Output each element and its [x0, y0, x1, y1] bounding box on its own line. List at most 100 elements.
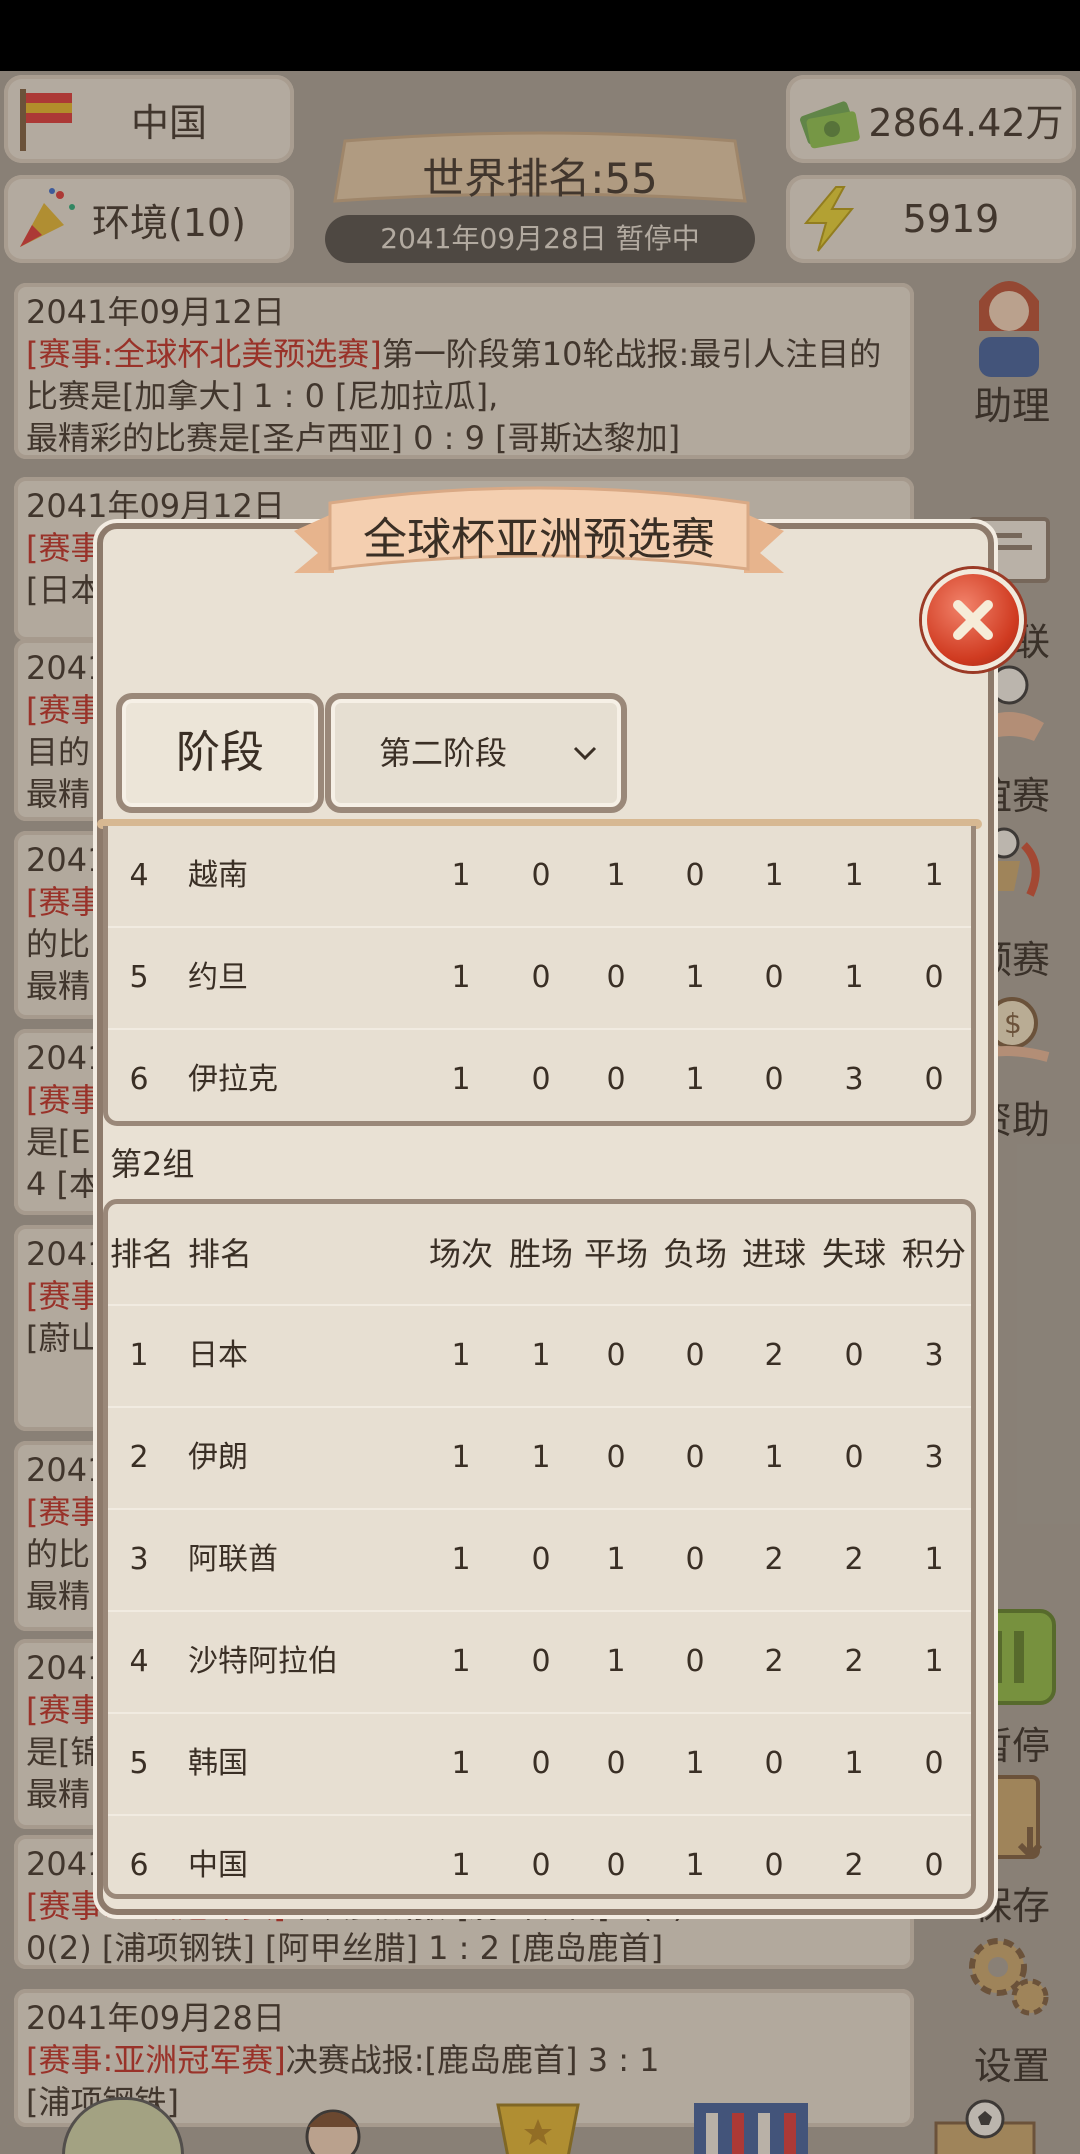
- losses-cell: 1: [685, 1062, 705, 1097]
- goals-against-cell: 2: [844, 1542, 864, 1577]
- losses-cell: 0: [685, 858, 705, 893]
- table-row[interactable]: 3 阿联酋 1 0 1 0 2 2 1: [108, 1510, 971, 1612]
- rank-cell: 4: [129, 858, 149, 893]
- group2-table: 排名 排名 场次 胜场 平场 负场 进球 失球 积分 1 日本 1 1 0 0 …: [103, 1199, 976, 1899]
- goals-against-cell: 2: [844, 1848, 864, 1883]
- points-cell: 0: [924, 1848, 944, 1883]
- points-cell: 1: [924, 1542, 944, 1577]
- close-button[interactable]: [922, 569, 1024, 671]
- draws-cell: 0: [606, 1746, 626, 1781]
- table-row[interactable]: 4 沙特阿拉伯 1 0 1 0 2 2 1: [108, 1612, 971, 1714]
- team-name-cell: 约旦: [188, 960, 248, 995]
- team-name-cell: 伊朗: [188, 1440, 248, 1475]
- group-title: 第2组: [110, 1145, 195, 1183]
- goals-for-cell: 2: [764, 1644, 784, 1679]
- wins-cell: 0: [531, 960, 551, 995]
- goals-for-cell: 0: [764, 1062, 784, 1097]
- wins-cell: 1: [531, 1440, 551, 1475]
- losses-cell: 1: [685, 1746, 705, 1781]
- wins-cell: 0: [531, 1746, 551, 1781]
- header-losses: 负场: [662, 1235, 727, 1273]
- played-cell: 1: [451, 1848, 471, 1883]
- goals-for-cell: 2: [764, 1338, 784, 1373]
- wins-cell: 0: [531, 1542, 551, 1577]
- goals-against-cell: 1: [844, 1746, 864, 1781]
- close-icon: [953, 600, 993, 640]
- header-rank: 排名: [110, 1235, 175, 1273]
- team-name-cell: 中国: [188, 1848, 248, 1883]
- draws-cell: 0: [606, 1062, 626, 1097]
- team-name-cell: 伊拉克: [188, 1062, 278, 1097]
- points-cell: 3: [924, 1440, 944, 1475]
- draws-cell: 1: [606, 858, 626, 893]
- table-row[interactable]: 5 约旦 1 0 0 1 0 1 0: [108, 928, 971, 1030]
- game-screen: 中国 环境(10) 世界排名:55 2041年09月28日 暂停中 2864.4…: [0, 71, 1080, 2154]
- wins-cell: 0: [531, 858, 551, 893]
- draws-cell: 0: [606, 960, 626, 995]
- rank-cell: 6: [129, 1848, 149, 1883]
- draws-cell: 0: [606, 1848, 626, 1883]
- team-name-cell: 沙特阿拉伯: [188, 1644, 338, 1679]
- played-cell: 1: [451, 858, 471, 893]
- losses-cell: 0: [685, 1542, 705, 1577]
- header-draws: 平场: [583, 1235, 648, 1273]
- table-row[interactable]: 2 伊朗 1 1 0 0 1 0 3: [108, 1408, 971, 1510]
- played-cell: 1: [451, 960, 471, 995]
- rank-cell: 2: [129, 1440, 149, 1475]
- points-cell: 0: [924, 1746, 944, 1781]
- goals-for-cell: 2: [764, 1542, 784, 1577]
- table-row[interactable]: 4 越南 1 0 1 0 1 1 1: [108, 826, 971, 928]
- table-row[interactable]: 5 韩国 1 0 0 1 0 1 0: [108, 1714, 971, 1816]
- losses-cell: 0: [685, 1644, 705, 1679]
- table-header-row: 排名 排名 场次 胜场 平场 负场 进球 失球 积分: [108, 1204, 971, 1306]
- table-row[interactable]: 6 中国 1 0 0 1 0 2 0: [108, 1816, 971, 1894]
- team-name-cell: 日本: [188, 1338, 248, 1373]
- stage-select[interactable]: 第二阶段: [325, 693, 627, 813]
- points-cell: 0: [924, 960, 944, 995]
- played-cell: 1: [451, 1542, 471, 1577]
- losses-cell: 0: [685, 1338, 705, 1373]
- played-cell: 1: [451, 1062, 471, 1097]
- points-cell: 1: [924, 1644, 944, 1679]
- played-cell: 1: [451, 1644, 471, 1679]
- points-cell: 3: [924, 1338, 944, 1373]
- goals-against-cell: 0: [844, 1440, 864, 1475]
- goals-against-cell: 2: [844, 1644, 864, 1679]
- goals-against-cell: 1: [844, 960, 864, 995]
- goals-for-cell: 1: [764, 858, 784, 893]
- stage-label-button[interactable]: 阶段: [116, 693, 324, 813]
- losses-cell: 1: [685, 960, 705, 995]
- rank-cell: 1: [129, 1338, 149, 1373]
- goals-for-cell: 0: [764, 960, 784, 995]
- wins-cell: 0: [531, 1848, 551, 1883]
- draws-cell: 1: [606, 1542, 626, 1577]
- goals-for-cell: 1: [764, 1440, 784, 1475]
- losses-cell: 1: [685, 1848, 705, 1883]
- header-name: 排名: [188, 1235, 253, 1273]
- losses-cell: 0: [685, 1440, 705, 1475]
- rank-cell: 6: [129, 1062, 149, 1097]
- played-cell: 1: [451, 1746, 471, 1781]
- stage-select-value: 第二阶段: [379, 734, 508, 772]
- played-cell: 1: [451, 1338, 471, 1373]
- points-cell: 1: [924, 858, 944, 893]
- rank-cell: 3: [129, 1542, 149, 1577]
- rank-cell: 5: [129, 960, 149, 995]
- goals-for-cell: 0: [764, 1848, 784, 1883]
- team-name-cell: 阿联酋: [188, 1542, 278, 1577]
- chevron-down-icon: [573, 746, 597, 761]
- goals-against-cell: 1: [844, 858, 864, 893]
- header-played: 场次: [428, 1235, 493, 1273]
- draws-cell: 0: [606, 1440, 626, 1475]
- header-goals-against: 失球: [821, 1235, 886, 1273]
- table-row[interactable]: 1 日本 1 1 0 0 2 0 3: [108, 1306, 971, 1408]
- played-cell: 1: [451, 1440, 471, 1475]
- table-row[interactable]: 6 伊拉克 1 0 0 1 0 3 0: [108, 1030, 971, 1121]
- group1-table: 4 越南 1 0 1 0 1 1 1 5 约旦 1 0 0 1 0 1 0 6 …: [103, 826, 976, 1126]
- draws-cell: 0: [606, 1338, 626, 1373]
- goals-against-cell: 0: [844, 1338, 864, 1373]
- rank-cell: 5: [129, 1746, 149, 1781]
- wins-cell: 0: [531, 1062, 551, 1097]
- header-wins: 胜场: [508, 1235, 573, 1273]
- rank-cell: 4: [129, 1644, 149, 1679]
